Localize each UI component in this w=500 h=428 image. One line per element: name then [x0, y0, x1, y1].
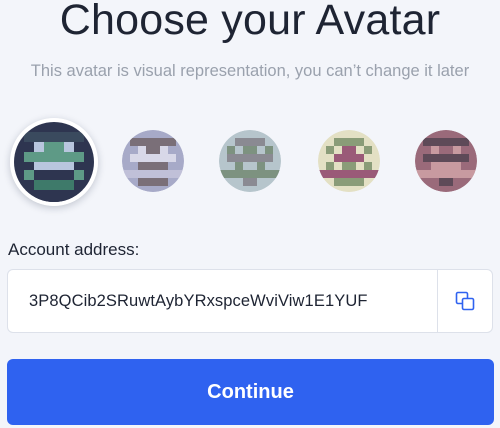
avatar-option-3[interactable] [219, 130, 281, 192]
account-address-value: 3P8QCib2SRuwtAybYRxspceWviViw1E1YUF [29, 291, 368, 310]
page-subtitle: This avatar is visual representation, yo… [30, 62, 470, 80]
avatar-3-image [219, 130, 281, 192]
avatar-option-1[interactable] [10, 118, 98, 206]
avatar-option-5[interactable] [415, 130, 477, 192]
avatar-5-image [415, 130, 477, 192]
avatar-picker [0, 118, 500, 206]
avatar-1-image [10, 118, 98, 206]
account-address-label: Account address: [8, 240, 140, 259]
avatar-option-4[interactable] [318, 130, 380, 192]
choose-avatar-screen: Choose your Avatar This avatar is visual… [0, 0, 500, 428]
continue-button[interactable]: Continue [7, 359, 494, 425]
avatar-option-2[interactable] [122, 130, 184, 192]
copy-button[interactable] [437, 270, 492, 332]
copy-icon [455, 291, 475, 311]
avatar-2-image [122, 130, 184, 192]
page-title: Choose your Avatar [59, 0, 441, 44]
account-address-field: 3P8QCib2SRuwtAybYRxspceWviViw1E1YUF [7, 269, 493, 333]
avatar-4-image [318, 130, 380, 192]
